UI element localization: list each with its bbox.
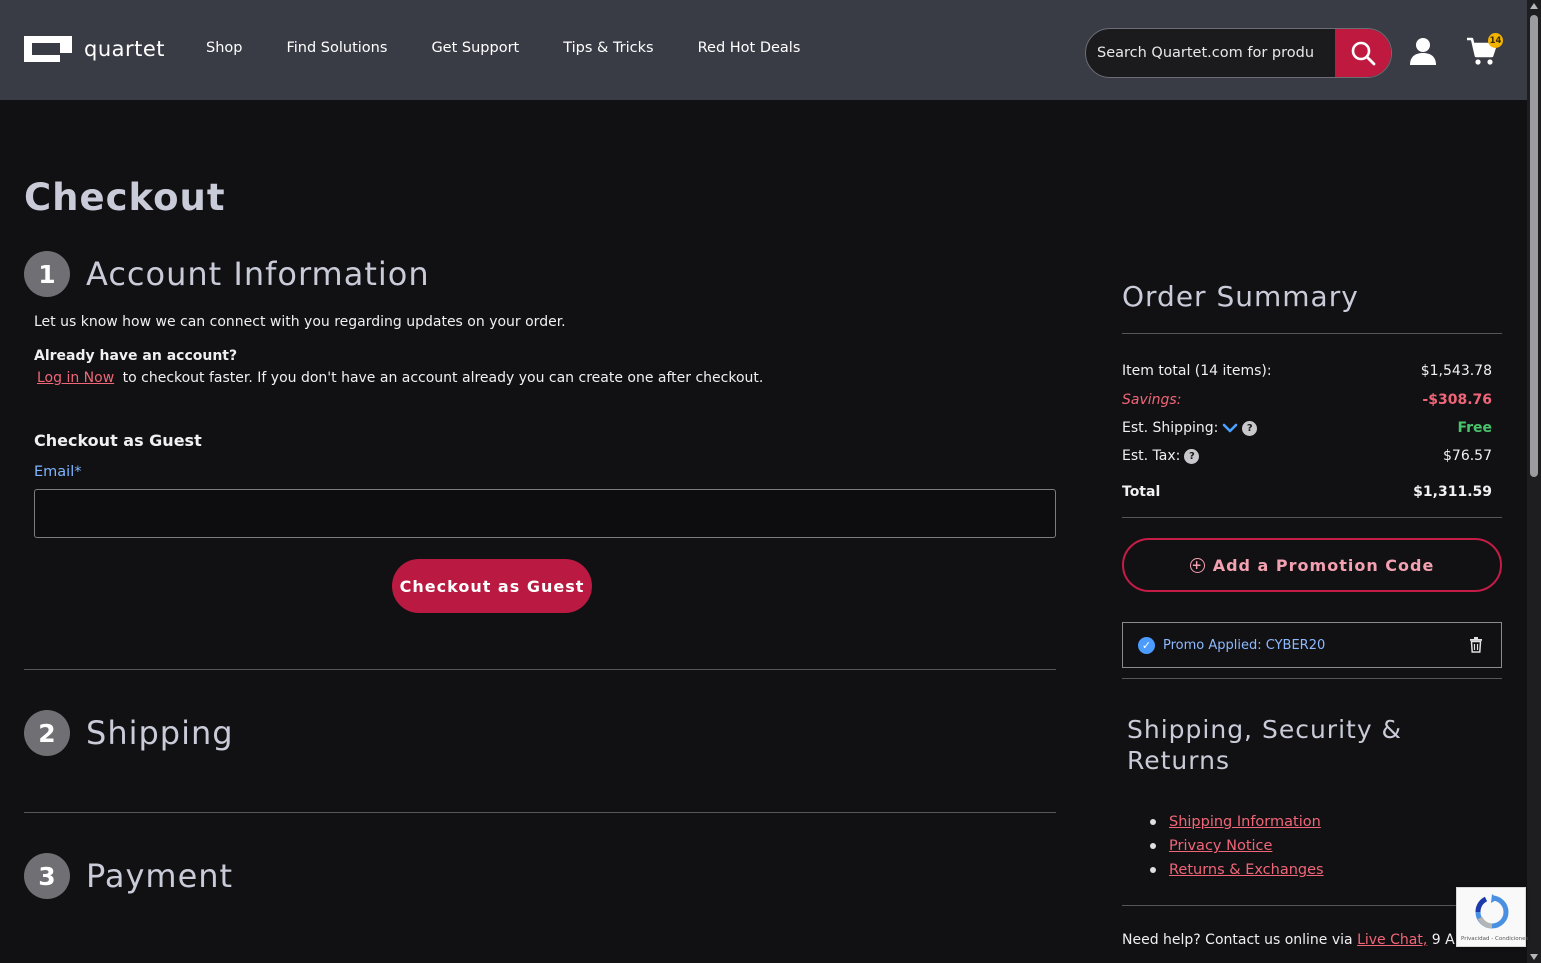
list-item: Shipping Information <box>1150 810 1324 834</box>
recaptcha-icon <box>1475 894 1509 929</box>
item-total-row: Item total (14 items): $1,543.78 <box>1122 363 1492 379</box>
summary-divider <box>1122 905 1502 906</box>
nav-find-solutions[interactable]: Find Solutions <box>286 40 387 56</box>
login-suffix-text: to checkout faster. If you don't have an… <box>122 370 764 386</box>
cart-count-badge: 14 <box>1488 33 1503 48</box>
savings-value: -$308.76 <box>1422 392 1492 408</box>
trash-icon[interactable] <box>1469 637 1483 653</box>
plus-circle-icon: + <box>1189 557 1205 573</box>
recaptcha-badge[interactable]: Privacidad - Condiciones <box>1456 887 1528 947</box>
bullet-icon <box>1150 819 1156 825</box>
list-item: Returns & Exchanges <box>1150 858 1324 882</box>
login-now-link[interactable]: Log in Now <box>37 370 114 386</box>
need-help-text: Need help? Contact us online via Live Ch… <box>1122 932 1467 948</box>
order-summary-title: Order Summary <box>1122 280 1359 313</box>
site-header: quartet Shop Find Solutions Get Support … <box>0 0 1527 100</box>
promo-applied-box: ✓ Promo Applied: CYBER20 <box>1122 622 1502 668</box>
account-intro-text: Let us know how we can connect with you … <box>34 314 566 330</box>
total-row: Total $1,311.59 <box>1122 484 1492 500</box>
step-2-number: 2 <box>24 710 70 756</box>
savings-row: Savings: -$308.76 <box>1122 392 1492 408</box>
bullet-icon <box>1150 843 1156 849</box>
summary-divider <box>1122 333 1502 334</box>
add-promotion-code-button[interactable]: + Add a Promotion Code <box>1122 538 1502 592</box>
total-label: Total <box>1122 484 1161 500</box>
live-chat-link[interactable]: Live Chat, <box>1357 932 1427 948</box>
scroll-up-arrow-icon[interactable] <box>1530 3 1538 9</box>
shipping-security-returns-title: Shipping, Security & Returns <box>1127 714 1402 776</box>
item-total-label: Item total (14 items): <box>1122 363 1272 379</box>
shipping-row: Est. Shipping: ? Free <box>1122 420 1492 436</box>
logo-mark-icon <box>24 36 72 62</box>
shipping-help-icon[interactable]: ? <box>1242 420 1258 436</box>
tax-label: Est. Tax: <box>1122 448 1181 464</box>
scrollbar-thumb[interactable] <box>1530 15 1538 477</box>
shipping-label-group: Est. Shipping: ? <box>1122 420 1258 436</box>
nav-tips-tricks[interactable]: Tips & Tricks <box>563 40 653 56</box>
email-label: Email* <box>34 464 82 480</box>
login-line: Log in Now to checkout faster. If you do… <box>37 370 763 386</box>
savings-label: Savings: <box>1122 392 1182 408</box>
step-3-title: Payment <box>86 857 234 895</box>
step-1-title: Account Information <box>86 255 430 293</box>
tax-row: Est. Tax: ? $76.57 <box>1122 448 1492 464</box>
account-icon[interactable] <box>1408 36 1438 66</box>
have-account-text: Already have an account? <box>34 348 238 364</box>
recaptcha-text[interactable]: Privacidad - Condiciones <box>1461 936 1528 942</box>
checkout-as-guest-button[interactable]: Checkout as Guest <box>392 559 592 613</box>
guest-heading: Checkout as Guest <box>34 431 202 450</box>
step-1-number: 1 <box>24 251 70 297</box>
returns-exchanges-link[interactable]: Returns & Exchanges <box>1169 860 1324 880</box>
search-button[interactable] <box>1335 29 1391 77</box>
step-2-title: Shipping <box>86 714 234 752</box>
tax-help-icon[interactable]: ? <box>1184 448 1200 464</box>
ssr-title-line1: Shipping, Security & <box>1127 715 1403 744</box>
quartet-logo[interactable]: quartet <box>24 36 165 62</box>
promo-button-label: Add a Promotion Code <box>1212 555 1435 575</box>
search-box <box>1085 28 1392 78</box>
list-item: Privacy Notice <box>1150 834 1324 858</box>
total-value: $1,311.59 <box>1413 484 1492 500</box>
page-title: Checkout <box>24 176 226 219</box>
tax-label-group: Est. Tax: ? <box>1122 448 1200 464</box>
need-help-prefix: Need help? Contact us online via <box>1122 932 1353 948</box>
item-total-value: $1,543.78 <box>1420 363 1492 379</box>
ssr-links-list: Shipping Information Privacy Notice Retu… <box>1150 810 1324 882</box>
nav-red-hot-deals[interactable]: Red Hot Deals <box>698 40 801 56</box>
logo-text: quartet <box>84 37 166 61</box>
nav-get-support[interactable]: Get Support <box>431 40 519 56</box>
shipping-label: Est. Shipping: <box>1122 420 1219 436</box>
chevron-down-icon[interactable] <box>1222 422 1238 434</box>
summary-divider <box>1122 678 1502 679</box>
page-scrollbar[interactable] <box>1527 0 1541 963</box>
ssr-title-line2: Returns <box>1127 746 1230 775</box>
check-circle-icon: ✓ <box>1138 636 1155 654</box>
search-icon <box>1351 41 1376 66</box>
main-nav: Shop Find Solutions Get Support Tips & T… <box>206 40 800 56</box>
summary-divider <box>1122 517 1502 518</box>
step-3-number: 3 <box>24 853 70 899</box>
shipping-value: Free <box>1457 420 1492 436</box>
tax-value: $76.57 <box>1443 448 1492 464</box>
bullet-icon <box>1150 867 1156 873</box>
nav-shop[interactable]: Shop <box>206 40 242 56</box>
section-divider <box>24 669 1056 670</box>
search-input[interactable] <box>1086 29 1337 77</box>
section-divider <box>24 812 1056 813</box>
shipping-information-link[interactable]: Shipping Information <box>1169 812 1321 832</box>
email-field[interactable] <box>34 489 1056 538</box>
scroll-down-arrow-icon[interactable] <box>1530 954 1538 960</box>
promo-applied-text: Promo Applied: CYBER20 <box>1163 637 1326 653</box>
privacy-notice-link[interactable]: Privacy Notice <box>1169 836 1272 856</box>
